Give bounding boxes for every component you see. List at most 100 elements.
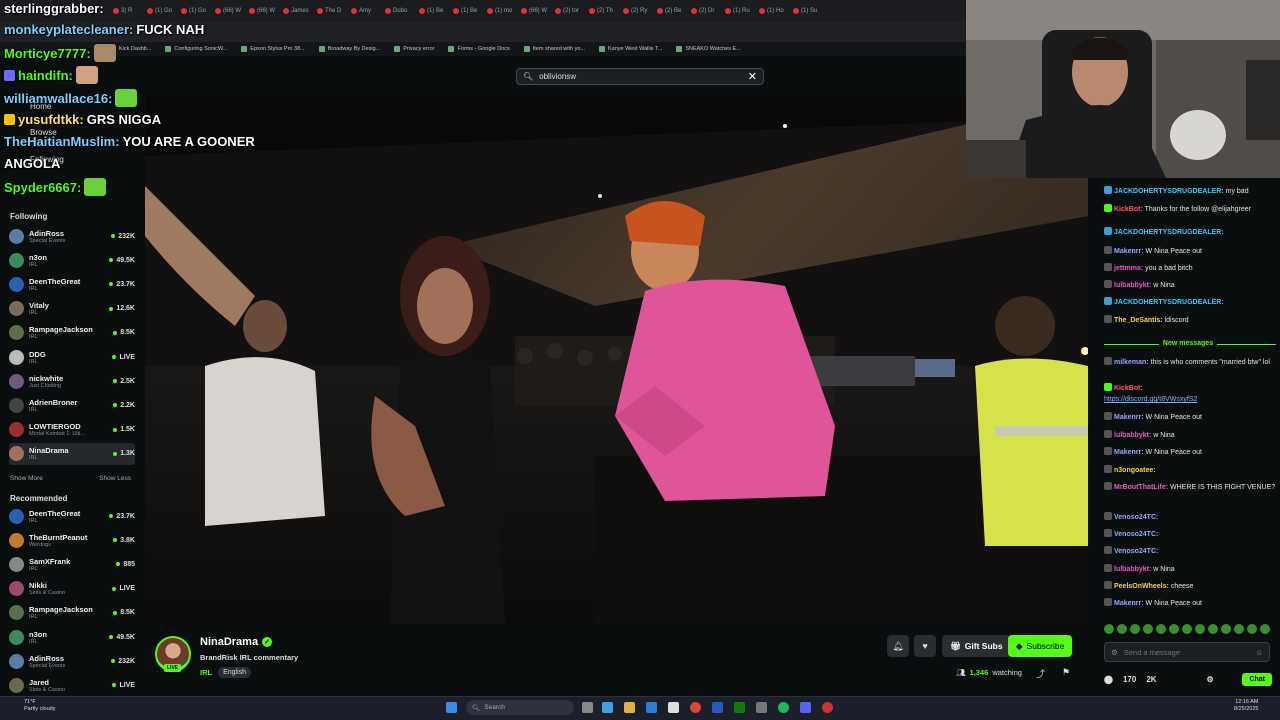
sidebar-channel[interactable]: RampageJackson IRL 8.5K xyxy=(9,322,135,344)
subscribe-button[interactable]: ◆ Subscribe xyxy=(1008,635,1073,657)
discord-icon[interactable] xyxy=(800,702,811,713)
chat-input[interactable] xyxy=(1123,647,1234,657)
sidebar-channel[interactable]: DeenTheGreat IRL 23.7K xyxy=(9,273,135,295)
chat-username[interactable]: KickBot: xyxy=(1114,206,1143,213)
bookmark-item[interactable]: SNEAKO Watches E... xyxy=(676,46,740,52)
chat-username[interactable]: KickBot: xyxy=(1114,385,1143,392)
sidebar-channel[interactable]: nickwhite Just Chatting 2.5K xyxy=(9,370,135,392)
sidebar-channel[interactable]: SamXFrank IRL 885 xyxy=(9,553,135,575)
sidebar-channel[interactable]: LOWTIERGOD Mortal Kombat 1: Ulti... 1.5K xyxy=(9,419,135,441)
bookmark-item[interactable]: Forms - Google Docs xyxy=(448,46,509,52)
browser-tab[interactable]: (1) Ru xyxy=(722,3,754,19)
chat-username[interactable]: The_DeSantis: xyxy=(1114,317,1163,324)
chat-username[interactable]: JACKDOHERTYSDRUGDEALER: xyxy=(1114,188,1224,195)
sidebar-channel[interactable]: n3on IRL 49.5K xyxy=(9,626,135,648)
xbox-icon[interactable] xyxy=(734,702,745,713)
chat-username[interactable]: Venoso24TC: xyxy=(1114,514,1158,521)
chat-username[interactable]: lulbabbykt: xyxy=(1114,282,1151,289)
browser-tab[interactable]: (2) tor xyxy=(552,3,584,19)
browser-tab[interactable]: (66) W xyxy=(212,3,244,19)
sidebar-channel[interactable]: DDG IRL LIVE xyxy=(9,346,135,368)
gift-subs-button[interactable]: 🎁︎ Gift Subs xyxy=(942,635,1011,657)
chat-username[interactable]: MrBoutThatLife: xyxy=(1114,484,1168,491)
bookmark-item[interactable]: Configuring SonicW... xyxy=(165,46,227,52)
obs-icon[interactable] xyxy=(822,702,833,713)
chat-username[interactable]: lulbabbykt: xyxy=(1114,432,1151,439)
language-tag[interactable]: English xyxy=(218,667,252,678)
browser-tab[interactable]: James xyxy=(280,3,312,19)
browser-tab[interactable]: (1) Go xyxy=(178,3,210,19)
chat-username[interactable]: lulbabbykt: xyxy=(1114,566,1151,573)
chat-username[interactable]: Makenrr: xyxy=(1114,600,1144,607)
browser-tab[interactable]: (1) Be xyxy=(416,3,448,19)
browser-tab[interactable]: The D xyxy=(314,3,346,19)
chat-username[interactable]: PeelsOnWheels: xyxy=(1114,583,1169,590)
search-bar[interactable]: 🔍︎ oblivionsw ✕ xyxy=(516,68,764,85)
edge-browser-icon[interactable] xyxy=(646,702,657,713)
share-icon[interactable]: ⤴ xyxy=(1036,667,1045,680)
browser-tab[interactable]: (66) W xyxy=(518,3,550,19)
chat-username[interactable]: Makenrr: xyxy=(1114,449,1144,456)
sidebar-channel[interactable]: AdrienBroner IRL 2.2K xyxy=(9,394,135,416)
notification-bell-button[interactable]: 🔔︎ xyxy=(887,635,909,657)
browser-tab[interactable]: Amy xyxy=(348,3,380,19)
sidebar-channel[interactable]: AdinRoss Special Events 232K xyxy=(9,225,135,247)
edge-icon[interactable] xyxy=(602,702,613,713)
weather-widget[interactable]: 71°F Partly cloudy xyxy=(24,699,56,713)
chat-username[interactable]: Venoso24TC: xyxy=(1114,548,1158,555)
browser-tab[interactable]: 3) R xyxy=(110,3,142,19)
store-icon[interactable] xyxy=(668,702,679,713)
file-explorer-icon[interactable] xyxy=(624,702,635,713)
chat-link[interactable]: https://discord.gg/t8VWsxyfS2 xyxy=(1104,396,1197,403)
task-view-icon[interactable] xyxy=(582,702,593,713)
bookmark-item[interactable]: Privacy error xyxy=(394,46,434,52)
windows-start-icon[interactable] xyxy=(446,702,457,713)
chat-username[interactable]: JACKDOHERTYSDRUGDEALER: xyxy=(1114,229,1224,236)
sidebar-channel[interactable]: NinaDrama IRL 1.3K xyxy=(9,442,135,465)
browser-tab[interactable]: (2) Dr xyxy=(688,3,720,19)
sidebar-channel[interactable]: DeenTheGreat IRL 23.7K xyxy=(9,505,135,527)
sidebar-channel[interactable]: n3on IRL 49.5K xyxy=(9,249,135,271)
chat-username[interactable]: JACKDOHERTYSDRUGDEALER: xyxy=(1114,299,1224,306)
video-player[interactable] xyxy=(145,96,1088,624)
app-icon-blue[interactable] xyxy=(712,702,723,713)
chrome-icon[interactable] xyxy=(690,702,701,713)
sidebar-channel[interactable]: Jared Slots & Casino LIVE xyxy=(9,674,135,696)
browser-tab[interactable]: (1) Ho xyxy=(756,3,788,19)
points-value[interactable]: 170 xyxy=(1123,675,1136,684)
search-input[interactable]: oblivionsw xyxy=(539,72,576,81)
browser-tab[interactable]: (1) Su xyxy=(790,3,822,19)
follow-heart-button[interactable]: ♥ xyxy=(914,635,936,657)
chat-username[interactable]: Makenrr: xyxy=(1114,248,1144,255)
chat-username[interactable]: milkeman: xyxy=(1114,359,1149,366)
browser-tab[interactable]: (1) Be xyxy=(450,3,482,19)
chat-send-button[interactable]: Chat xyxy=(1242,672,1272,686)
sidebar-channel[interactable]: TheBurntPeanut Werdogs 3.8K xyxy=(9,529,135,551)
report-icon[interactable]: ⚑ xyxy=(1062,667,1070,678)
clear-search-icon[interactable]: ✕ xyxy=(748,70,757,83)
chat-username[interactable]: Venoso24TC: xyxy=(1114,531,1158,538)
chat-username[interactable]: jettmma: xyxy=(1114,265,1143,272)
k-points-value[interactable]: 2K xyxy=(1146,675,1156,684)
show-less-link[interactable]: Show Less xyxy=(99,475,131,482)
bookmark-item[interactable]: Item shared with yo... xyxy=(524,46,585,52)
bookmark-item[interactable]: Epson Stylus Pro 38... xyxy=(241,46,304,52)
browser-tab[interactable]: (2) Th xyxy=(586,3,618,19)
chat-username[interactable]: Makenrr: xyxy=(1114,414,1144,421)
taskbar-search[interactable]: 🔍︎ Search xyxy=(466,700,574,715)
spotify-icon[interactable] xyxy=(778,702,789,713)
streamer-name[interactable]: NinaDrama xyxy=(200,636,258,648)
sidebar-channel[interactable]: RampageJackson IRL 8.5K xyxy=(9,602,135,624)
gear-icon[interactable]: ⚙ xyxy=(1207,675,1214,684)
sidebar-channel[interactable]: Nikki Slots & Casino LIVE xyxy=(9,578,135,600)
sidebar-channel[interactable]: AdinRoss Special Events 232K xyxy=(9,650,135,672)
show-more-link[interactable]: Show More xyxy=(10,475,43,482)
app-icon-grey[interactable] xyxy=(756,702,767,713)
chat-settings-icon[interactable]: ⚙ xyxy=(1111,648,1118,657)
chat-username[interactable]: n3ongoatee: xyxy=(1114,467,1156,474)
browser-tab[interactable]: (2) Ry xyxy=(620,3,652,19)
bookmark-item[interactable]: Kick Dashb... xyxy=(110,46,151,52)
sidebar-channel[interactable]: Vitaly IRL 12.6K xyxy=(9,298,135,320)
emoji-icon[interactable]: ☺ xyxy=(1255,648,1263,657)
bookmark-item[interactable]: Kanye West Wallis T... xyxy=(599,46,662,52)
